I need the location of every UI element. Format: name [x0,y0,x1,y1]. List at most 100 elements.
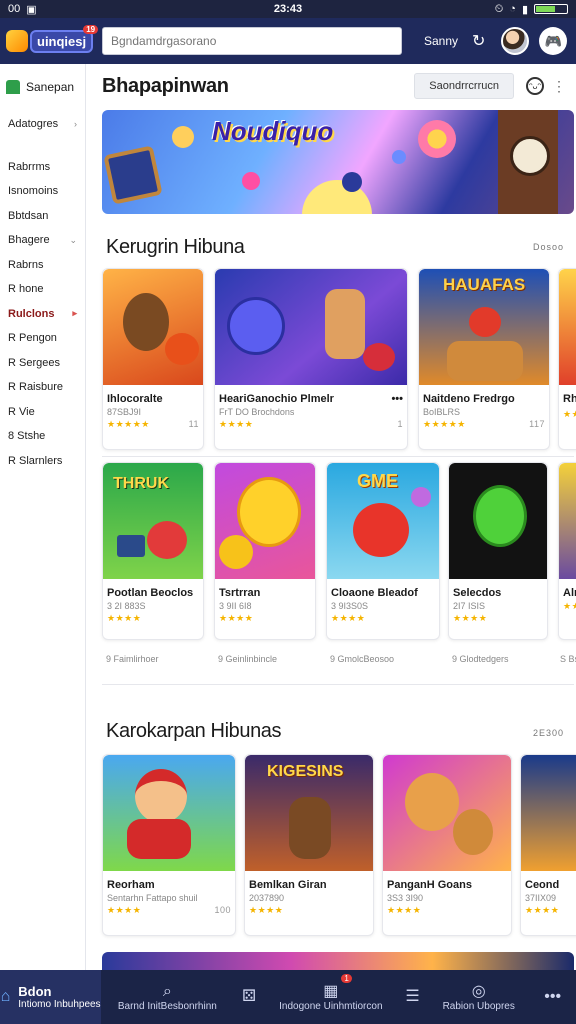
section-title: Kerugrin Hibuna [106,236,245,258]
candy-icon [411,487,431,507]
sidebar-item-label: Bbtdsan [8,209,49,222]
game-card[interactable]: Reorham Sentarhn Fattapo shuil ★★★★ 100 [102,754,236,936]
bear-icon [123,293,169,351]
game-card[interactable]: THRUK Pootlan Beoclos 3 2I 883S ★★★★ [102,462,204,640]
rating-stars: ★★★★ [521,903,576,916]
game-card[interactable]: Alrl ★★ [558,462,576,640]
nav-games[interactable]: ⚄ [234,970,265,1024]
game-thumbnail [449,463,547,579]
nav-home-label: Bdon [18,984,52,999]
sidebar-item[interactable]: Adatogres › [0,112,85,137]
game-card[interactable]: PanganH Goans 3S3 3I90 ★★★★ [382,754,512,936]
refresh-icon[interactable]: ↻ [472,31,485,51]
stars-text: ★★★★ [219,419,254,429]
next-row-peek [102,952,574,970]
sidebar-item[interactable]: Isnomoins [0,179,85,204]
gamepad-icon: ⚄ [242,988,257,1005]
nav-settings[interactable]: ◎ Rabion Ubopres [428,970,529,1024]
sidebar-item[interactable]: 8 Stshe [0,424,85,449]
chevron-icon: › [74,119,77,130]
game-subtitle: 3 9II 6I8 [219,601,252,611]
flower-icon [418,120,456,158]
divider [102,684,574,685]
more-horiz-icon[interactable]: ••• [391,393,403,405]
sidebar-item[interactable]: R Raisbure [0,375,85,400]
game-card[interactable]: GME Cloaone Bleadof 3 9I3S0S ★★★★ [326,462,440,640]
more-vert-icon[interactable]: ⋮ [552,78,566,95]
rating-stars: ★★★★ 1 [215,417,407,430]
game-logo-text: THRUK [113,475,169,492]
sidebar-item-label: Adatogres [8,118,59,131]
game-card[interactable]: HeariGanochio Plmelr ••• FrT DO Brochdons… [214,268,408,450]
game-row-3: Reorham Sentarhn Fattapo shuil ★★★★ 100 K… [102,754,576,944]
smiley-icon[interactable]: ᵔᴗᵔ [526,77,544,95]
nav-search[interactable]: ⌕ Barnd InitBesbonrhinn [101,970,233,1024]
page-action-button[interactable]: Saondrrcrrucn [414,73,514,99]
category-tag[interactable]: S Bs [558,654,576,664]
nav-controller[interactable]: ▦ 1 Indogone Uinhmtiorcon [265,970,397,1024]
ladybug-icon [147,521,187,559]
game-thumbnail [559,269,576,385]
nav-search-label: Barnd InitBesbonrhinn [117,1000,217,1012]
nav-more[interactable]: ••• [529,970,576,1024]
game-title: Rhi [563,393,576,405]
sidebar-item-label: Rabrrms [8,160,51,173]
game-card[interactable]: Tsrtrran 3 9II 6I8 ★★★★ [214,462,316,640]
game-card[interactable]: Selecdos 2I7 ISIS ★★★★ [448,462,548,640]
sidebar-item[interactable]: R Sergees [0,351,85,376]
game-thumbnail [383,755,511,871]
sidebar-item[interactable]: Rabrrms [0,155,85,180]
search-input[interactable] [102,27,402,55]
sidebar-item-label: 8 Stshe [8,430,46,443]
game-title-text: HeariGanochio Plmelr [219,393,334,405]
rating-stars: ★★★★★ 11 [103,417,203,430]
sidebar-item[interactable]: Bhagere ⌄ [0,228,85,253]
section-more-link[interactable]: Dosoo [533,242,564,252]
nav-home[interactable]: ⌂ Bdon Intiomo Inbuhpees [0,970,102,1024]
game-title: HeariGanochio Plmelr ••• [215,385,407,405]
game-subtitle: 3S3 3I90 [387,893,424,903]
game-subtitle: 37IIX09 [525,893,557,903]
sidebar-item[interactable]: Rulclons ▸ [0,302,85,327]
sidebar-item[interactable]: Rabrns [0,253,85,278]
home-icon [6,80,20,94]
sidebar-item[interactable]: R hone [0,277,85,302]
gamepad-icon[interactable]: 🎮 [539,27,568,55]
stars-text: ★★★★ [331,613,366,623]
candy-icon [392,150,406,164]
game-card[interactable]: Ihlocoralte 87SBJ9I ★★★★★ 11 [102,268,204,450]
game-card[interactable]: Ceond 37IIX09 ★★★★ [520,754,576,936]
page-title: Bhapapinwan [102,74,229,97]
sidebar-item[interactable]: Bbtdsan [0,204,85,229]
alien-icon [473,485,527,547]
game-thumbnail [215,463,315,579]
sidebar-item-label: R Slarnlers [8,454,63,467]
sidebar: Sanepan Adatogres › Rabrrms Isnomoins Bbtdsa… [0,64,86,970]
app-logo[interactable]: uinqiesj 19 [6,24,99,53]
sidebar-header[interactable]: Sanepan [0,64,85,94]
game-card[interactable]: Rhi ★★ [558,268,576,450]
game-card[interactable]: KIGESINS Bemlkan Giran 2037890 ★★★★ [244,754,374,936]
nav-list[interactable]: ☰ [397,970,428,1024]
game-subtitle: BoIBLRS [423,407,461,417]
game-thumbnail: HAUAFAS [419,269,549,385]
sidebar-item[interactable]: R Pengon [0,326,85,351]
avatar[interactable] [501,27,530,55]
status-left-text: 00 [8,3,21,15]
featured-banner[interactable]: Noudiquo [102,110,574,214]
game-subtitle: 87SBJ9I [107,407,142,417]
hero-body-icon [127,819,191,859]
rating-count: 1 [397,419,403,429]
game-logo-text: GME [357,471,399,491]
ladybug-icon [165,333,199,365]
top-label[interactable]: Sanny [424,34,458,48]
stars-text: ★★★★ [387,905,422,915]
category-tags: 9 Faimlirhoer 9 Geinlinbincle 9 GmolcBeo… [102,654,576,688]
section-more-link[interactable]: 2E300 [533,728,564,738]
game-title: Naitdeno Fredrgo [423,393,515,405]
sidebar-item[interactable]: R Slarnlers [0,449,85,474]
game-title: Tsrtrran [219,587,261,599]
game-card[interactable]: HAUAFAS Naitdeno Fredrgo BoIBLRS ★★★★★ 11… [418,268,550,450]
game-thumbnail [103,755,235,871]
sidebar-item[interactable]: R Vie [0,400,85,425]
